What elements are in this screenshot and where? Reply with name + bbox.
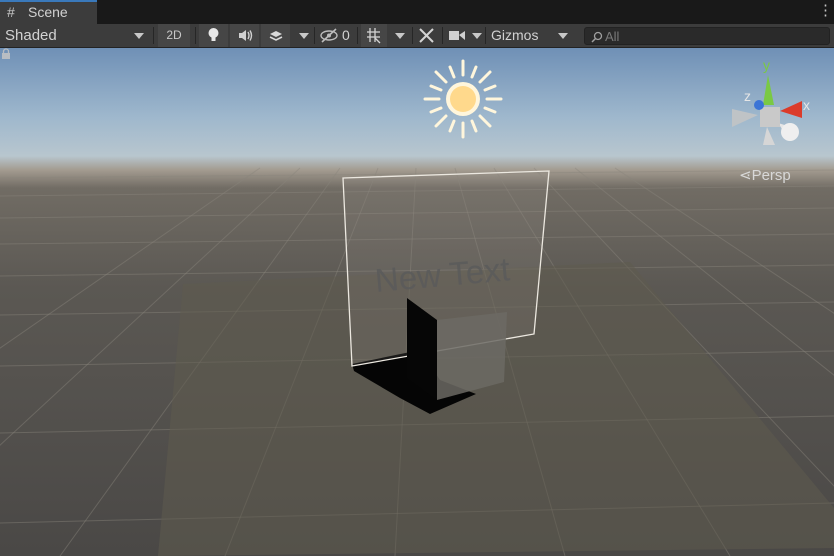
divider	[412, 27, 413, 44]
chevron-down-icon	[472, 33, 482, 39]
search-input[interactable]	[605, 28, 825, 44]
scene-toolbar: Shaded 2D 0 Gizmos All	[0, 24, 834, 48]
gizmo-x-cone	[780, 101, 802, 118]
tab-scene[interactable]: # Scene	[0, 0, 97, 24]
divider	[485, 27, 486, 44]
tab-scene-label: Scene	[28, 4, 68, 20]
grid-hash-icon: #	[7, 4, 15, 20]
scene-graphics: New Text y x z	[0, 57, 834, 556]
chevron-down-icon	[299, 33, 309, 39]
search-box[interactable]	[584, 27, 830, 45]
projection-toggle[interactable]: ⋖Persp	[739, 166, 791, 184]
lightbulb-icon	[208, 28, 219, 41]
gizmos-button[interactable]: Gizmos	[488, 24, 550, 47]
gizmo-z-neg-ball	[781, 123, 799, 141]
directional-light-icon	[423, 59, 503, 139]
tab-bar: # Scene ⋮	[0, 0, 834, 24]
draw-mode-dropdown[interactable]: Shaded	[0, 24, 150, 47]
gizmo-y-label: y	[763, 57, 770, 73]
gizmo-y-neg-cone	[763, 127, 775, 145]
divider	[357, 27, 358, 44]
scene-viewport[interactable]: New Text y x z ⋖Persp	[0, 48, 834, 556]
layers-icon	[269, 31, 283, 41]
camera-dropdown[interactable]	[468, 24, 484, 47]
scene-effects-button[interactable]	[261, 24, 290, 47]
speaker-icon	[239, 30, 253, 41]
gizmo-z-ball	[754, 100, 764, 110]
perspective-icon: ⋖	[739, 167, 752, 184]
gizmo-x-neg-cone	[732, 109, 758, 127]
divider	[314, 27, 315, 44]
chevron-down-icon	[558, 33, 568, 39]
hidden-objects-toggle[interactable]: 0	[318, 24, 354, 47]
gizmo-y-cone	[763, 75, 774, 105]
divider	[195, 27, 196, 44]
divider	[442, 27, 443, 44]
more-options-icon[interactable]: ⋮	[818, 2, 833, 20]
divider	[153, 27, 154, 44]
scene-view-window: # Scene ⋮ Shaded 2D 0 Gizmos All New Tex…	[0, 0, 834, 556]
gizmos-label: Gizmos	[491, 27, 539, 43]
tools-icon	[419, 28, 434, 43]
grid-snap-button[interactable]	[361, 24, 387, 47]
search-icon	[591, 31, 603, 43]
eye-slash-icon	[320, 28, 338, 43]
orientation-gizmo[interactable]: y x z	[732, 57, 810, 145]
projection-label: Persp	[751, 167, 791, 184]
scene-audio-button[interactable]	[230, 24, 259, 47]
chevron-down-icon	[395, 33, 405, 39]
component-tools-button[interactable]	[414, 24, 440, 47]
hidden-count: 0	[342, 27, 350, 43]
chevron-down-icon	[134, 33, 144, 39]
gizmo-z-label: z	[744, 88, 751, 104]
2d-mode-button[interactable]: 2D	[158, 24, 190, 47]
draw-mode-value: Shaded	[5, 27, 57, 44]
grid-snap-icon	[367, 28, 381, 44]
scene-camera-button[interactable]	[446, 24, 468, 47]
camera-icon	[449, 31, 465, 40]
effects-dropdown[interactable]	[290, 24, 314, 47]
gizmo-center-cube	[760, 107, 780, 127]
gizmo-x-label: x	[803, 97, 810, 113]
scene-lighting-button[interactable]	[199, 24, 228, 47]
gizmos-dropdown[interactable]	[552, 24, 574, 47]
grid-dropdown[interactable]	[387, 24, 411, 47]
lock-icon[interactable]	[0, 48, 12, 60]
